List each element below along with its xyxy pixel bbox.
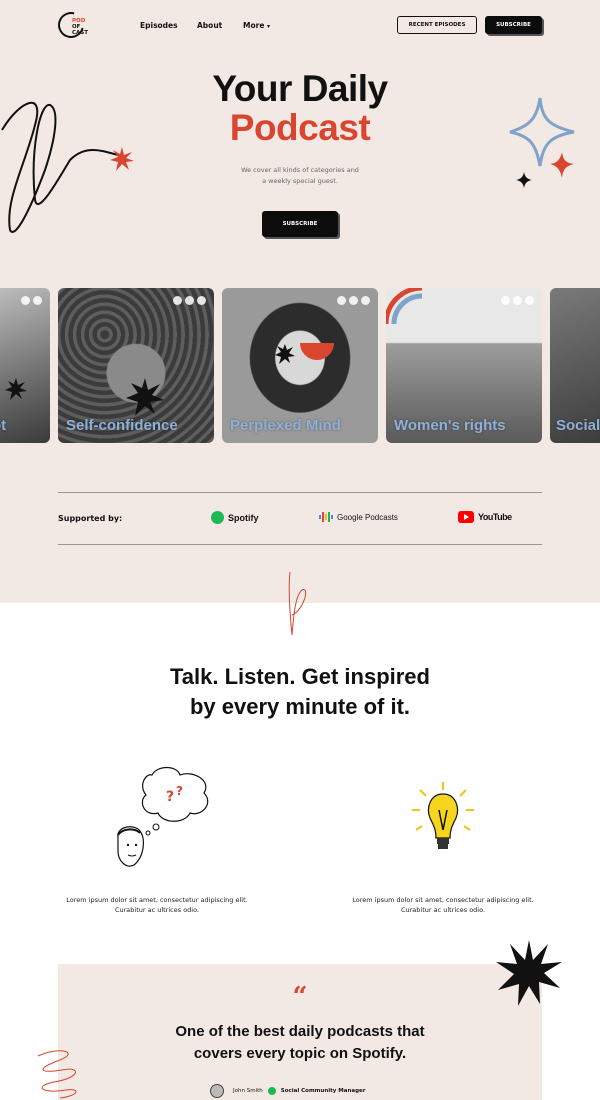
podcast-mini-icon: [173, 296, 182, 305]
svg-text:?: ?: [166, 789, 174, 805]
red-half-circle-icon: [300, 343, 334, 360]
subscribe-button-header[interactable]: SUBSCRIBE: [485, 16, 542, 34]
youtube-logo[interactable]: YouTube: [458, 511, 512, 523]
thinking-person-icon: ? ?: [117, 766, 209, 867]
episode-card-5[interactable]: Social: [550, 288, 600, 443]
feature-1-line-2: Curabitur ac ultrices odio.: [114, 906, 200, 914]
section-title-line-2: by every minute of it.: [189, 694, 411, 719]
lightbulb-idea-icon: [412, 782, 474, 849]
hero-title-line-1: Your Daily: [212, 68, 388, 109]
svg-text:?: ?: [176, 784, 183, 798]
card-title: ot: [0, 417, 7, 434]
section-title: Talk. Listen. Get inspired by every minu…: [0, 662, 600, 722]
testimonial-author: John Smith Social Community Manager: [210, 1084, 365, 1098]
recent-episodes-button[interactable]: RECENT EPISODES: [397, 16, 477, 34]
supported-by-label: Supported by:: [58, 514, 123, 523]
feature-2-line-1: Lorem ipsum dolor sit amet, consectetur …: [352, 896, 534, 904]
episode-card-4[interactable]: Women's rights: [386, 288, 542, 443]
youtube-label: YouTube: [478, 512, 512, 522]
youtube-mini-icon: [361, 296, 370, 305]
card-title: Self-confidence: [66, 417, 178, 434]
divider: [58, 492, 542, 493]
spotify-mini-icon: [185, 296, 194, 305]
black-star-burst-icon: [275, 344, 295, 364]
spotify-label: Spotify: [228, 512, 259, 523]
subscribe-button-hero[interactable]: SUBSCRIBE: [262, 211, 338, 237]
episode-card-1[interactable]: ot: [0, 288, 50, 443]
black-star-burst-icon: [5, 378, 27, 400]
red-line-doodle-icon: [288, 571, 307, 636]
episode-card-2[interactable]: Self-confidence: [58, 288, 214, 443]
hero-title-line-2: Podcast: [229, 107, 371, 148]
author-name: John Smith: [233, 1088, 263, 1094]
hero-subtitle-line-2: a weekly special guest.: [262, 177, 338, 185]
author-role: Social Community Manager: [280, 1088, 366, 1094]
black-star-burst-icon: [126, 378, 164, 416]
spotify-mini-icon: [21, 296, 30, 305]
rainbow-arcs-icon: [386, 288, 423, 325]
card-title: Women's rights: [394, 417, 506, 434]
spotify-mini-icon: [349, 296, 358, 305]
chevron-down-icon: ▾: [267, 23, 271, 30]
section-title-line-1: Talk. Listen. Get inspired: [170, 664, 430, 689]
youtube-mini-icon: [33, 296, 42, 305]
feature-text-2: Lorem ipsum dolor sit amet, consectetur …: [333, 895, 553, 915]
quote-mark-icon: “: [292, 982, 308, 1012]
spotify-logo[interactable]: Spotify: [211, 511, 259, 524]
nav-more[interactable]: More ▾: [243, 21, 270, 30]
youtube-icon: [458, 511, 474, 523]
avatar: [210, 1084, 224, 1098]
testimonial-line-2: covers every topic on Spotify.: [193, 1045, 407, 1062]
feature-2-line-2: Curabitur ac ultrices odio.: [400, 906, 486, 914]
podcast-mini-icon: [501, 296, 510, 305]
feature-1-line-1: Lorem ipsum dolor sit amet, consectetur …: [66, 896, 248, 904]
google-podcasts-label: Google Podcasts: [337, 512, 398, 522]
spotify-mini-icon: [513, 296, 522, 305]
hero-subtitle-line-1: We cover all kinds of categories and: [241, 166, 359, 174]
podcast-logo[interactable]: POD OF CAST: [53, 7, 90, 43]
episode-card-3[interactable]: Perplexed Mind: [222, 288, 378, 443]
nav-episodes[interactable]: Episodes: [140, 21, 178, 30]
divider: [58, 544, 542, 545]
logo-line-3: CAST: [72, 30, 89, 36]
podcast-mini-icon: [337, 296, 346, 305]
card-title: Social: [556, 417, 600, 434]
google-podcasts-logo[interactable]: Google Podcasts: [319, 511, 398, 523]
spotify-icon: [211, 511, 224, 524]
nav-more-label: More: [243, 21, 265, 30]
card-image: [0, 288, 50, 443]
google-podcasts-icon: [319, 512, 333, 522]
spotify-icon: [267, 1087, 276, 1095]
hero-subtitle: We cover all kinds of categories and a w…: [0, 165, 600, 187]
testimonial-line-1: One of the best daily podcasts that: [175, 1023, 425, 1040]
feature-text-1: Lorem ipsum dolor sit amet, consectetur …: [47, 895, 267, 915]
youtube-mini-icon: [525, 296, 534, 305]
youtube-mini-icon: [197, 296, 206, 305]
nav-about[interactable]: About: [197, 21, 222, 30]
card-title: Perplexed Mind: [230, 417, 341, 434]
testimonial-quote: One of the best daily podcasts that cove…: [0, 1021, 600, 1065]
